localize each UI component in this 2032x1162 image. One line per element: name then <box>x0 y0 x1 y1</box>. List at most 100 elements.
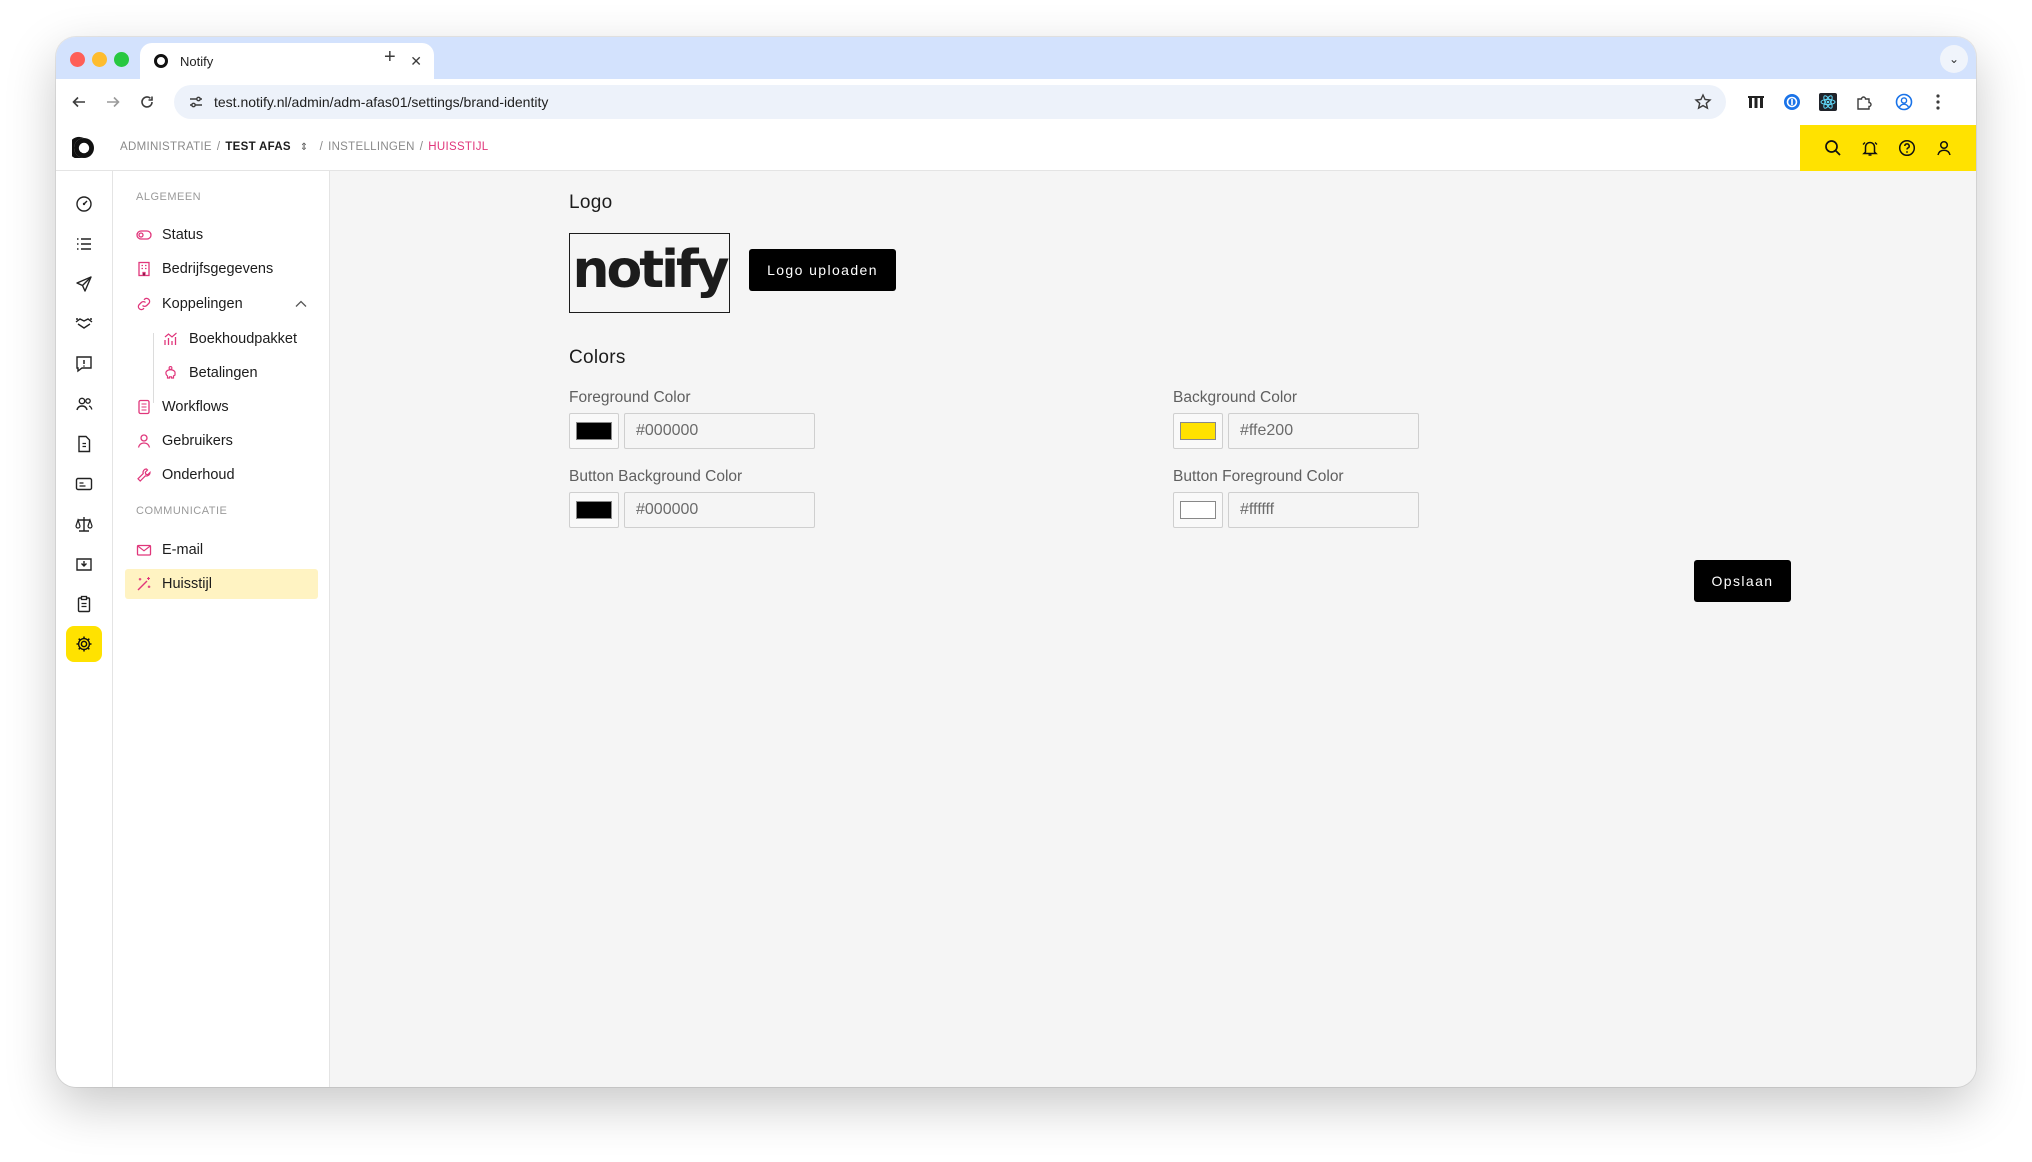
background-color-label: Background Color <box>1173 389 1298 406</box>
sidebar-item-workflows[interactable]: Workflows <box>125 392 318 422</box>
reload-button[interactable] <box>136 91 158 113</box>
breadcrumb: ADMINISTRATIE / TEST AFAS ⇕ / INSTELLING… <box>120 141 488 153</box>
logo-text: notify <box>572 240 729 300</box>
app-header: ADMINISTRATIE / TEST AFAS ⇕ / INSTELLING… <box>56 125 1976 171</box>
breadcrumb-root[interactable]: ADMINISTRATIE <box>120 141 212 153</box>
close-window-button[interactable] <box>70 52 85 67</box>
bell-icon[interactable] <box>1859 137 1881 159</box>
react-devtools-icon[interactable] <box>1818 92 1838 112</box>
breadcrumb-separator: / <box>216 141 221 153</box>
breadcrumb-section[interactable]: INSTELLINGEN <box>328 141 415 153</box>
sidebar-item-boekhoudpakket[interactable]: Boekhoudpakket <box>125 324 318 354</box>
button-foreground-color-label: Button Foreground Color <box>1173 468 1344 485</box>
chart-icon <box>163 331 179 347</box>
close-tab-icon[interactable]: ✕ <box>410 53 422 70</box>
sidebar-item-label: Koppelingen <box>162 296 243 312</box>
sidebar-item-status[interactable]: Status <box>125 220 318 250</box>
help-icon[interactable] <box>1896 137 1918 159</box>
search-icon[interactable] <box>1822 137 1844 159</box>
list-icon[interactable] <box>66 226 102 262</box>
handshake-icon[interactable] <box>66 306 102 342</box>
header-actions <box>1800 125 1976 171</box>
logo-preview: notify <box>569 233 730 313</box>
user-icon[interactable] <box>1933 137 1955 159</box>
logo-upload-button[interactable]: Logo uploaden <box>749 249 896 291</box>
sidebar-item-onderhoud[interactable]: Onderhoud <box>125 460 318 490</box>
inbox-icon[interactable] <box>66 546 102 582</box>
browser-menu-icon[interactable] <box>1928 92 1948 112</box>
new-tab-button[interactable]: + <box>384 46 396 69</box>
extension-tower-icon[interactable] <box>1746 92 1766 112</box>
users-icon[interactable] <box>66 386 102 422</box>
settings-sidebar: ALGEMEEN Status Bedrijfsgegevens Koppeli… <box>113 171 330 1087</box>
settings-icon[interactable] <box>66 626 102 662</box>
extensions-puzzle-icon[interactable] <box>1854 92 1874 112</box>
password-manager-icon[interactable] <box>1782 92 1802 112</box>
save-button[interactable]: Opslaan <box>1694 560 1791 602</box>
colors-heading: Colors <box>569 347 626 368</box>
breadcrumb-current: HUISSTIJL <box>428 141 489 153</box>
bookmark-star-icon[interactable] <box>1694 93 1712 111</box>
button-background-color-swatch <box>576 501 612 519</box>
sidebar-item-huisstijl[interactable]: Huisstijl <box>125 569 318 599</box>
foreground-color-input[interactable] <box>624 413 815 449</box>
forward-button[interactable] <box>102 91 124 113</box>
site-settings-icon[interactable] <box>188 94 204 110</box>
sidebar-item-email[interactable]: E-mail <box>125 535 318 565</box>
section-title-general: ALGEMEEN <box>136 191 202 203</box>
logo-heading: Logo <box>569 192 613 213</box>
address-bar[interactable]: test.notify.nl/admin/adm-afas01/settings… <box>174 85 1726 119</box>
sidebar-item-label: Gebruikers <box>162 433 233 449</box>
sidebar-item-bedrijfsgegevens[interactable]: Bedrijfsgegevens <box>125 254 318 284</box>
document-icon[interactable] <box>66 426 102 462</box>
clipboard-icon[interactable] <box>66 586 102 622</box>
send-icon[interactable] <box>66 266 102 302</box>
sidebar-item-label: Bedrijfsgegevens <box>162 261 274 277</box>
mail-icon <box>136 542 152 558</box>
button-foreground-color-picker[interactable] <box>1173 492 1223 528</box>
sidebar-item-gebruikers[interactable]: Gebruikers <box>125 426 318 456</box>
button-foreground-color-input[interactable] <box>1228 492 1419 528</box>
favicon-icon <box>154 54 168 68</box>
scale-icon[interactable] <box>66 506 102 542</box>
background-color-input[interactable] <box>1228 413 1419 449</box>
url-text: test.notify.nl/admin/adm-afas01/settings… <box>214 94 549 110</box>
button-background-color-picker[interactable] <box>569 492 619 528</box>
breadcrumb-separator: / <box>319 141 324 153</box>
sidebar-item-betalingen[interactable]: Betalingen <box>125 358 318 388</box>
toggle-icon <box>136 227 152 243</box>
back-button[interactable] <box>68 91 90 113</box>
sidebar-item-koppelingen[interactable]: Koppelingen <box>125 289 318 319</box>
foreground-color-picker[interactable] <box>569 413 619 449</box>
sidebar-item-label: Workflows <box>162 399 229 415</box>
minimize-window-button[interactable] <box>92 52 107 67</box>
background-color-picker[interactable] <box>1173 413 1223 449</box>
wrench-icon <box>136 467 152 483</box>
message-alert-icon[interactable] <box>66 346 102 382</box>
browser-window: Notify ✕ + ⌄ test.notify.nl/admin/adm-af… <box>56 37 1976 1087</box>
tab-title: Notify <box>180 53 214 69</box>
maximize-window-button[interactable] <box>114 52 129 67</box>
card-icon[interactable] <box>66 466 102 502</box>
browser-toolbar: test.notify.nl/admin/adm-afas01/settings… <box>56 79 1976 125</box>
piggybank-icon <box>163 365 179 381</box>
icon-rail <box>56 171 113 1087</box>
dashboard-icon[interactable] <box>66 186 102 222</box>
profile-icon[interactable] <box>1894 92 1914 112</box>
button-foreground-color-swatch <box>1180 501 1216 519</box>
building-icon <box>136 261 152 277</box>
tab-search-button[interactable]: ⌄ <box>1940 45 1968 73</box>
breadcrumb-separator: / <box>419 141 424 153</box>
sidebar-item-label: Boekhoudpakket <box>189 331 298 347</box>
sidebar-item-label: Status <box>162 227 204 243</box>
breadcrumb-org[interactable]: TEST AFAS <box>225 141 291 153</box>
org-switcher-chevron-icon[interactable]: ⇕ <box>300 142 309 153</box>
user-icon <box>136 433 152 449</box>
sidebar-item-label: Betalingen <box>189 365 258 381</box>
chevron-up-icon[interactable] <box>294 297 308 311</box>
wand-icon <box>136 576 152 592</box>
notify-logo-icon[interactable] <box>68 136 96 160</box>
button-background-color-input[interactable] <box>624 492 815 528</box>
workflow-icon <box>136 399 152 415</box>
tab-bar: Notify ✕ + ⌄ <box>56 37 1976 79</box>
